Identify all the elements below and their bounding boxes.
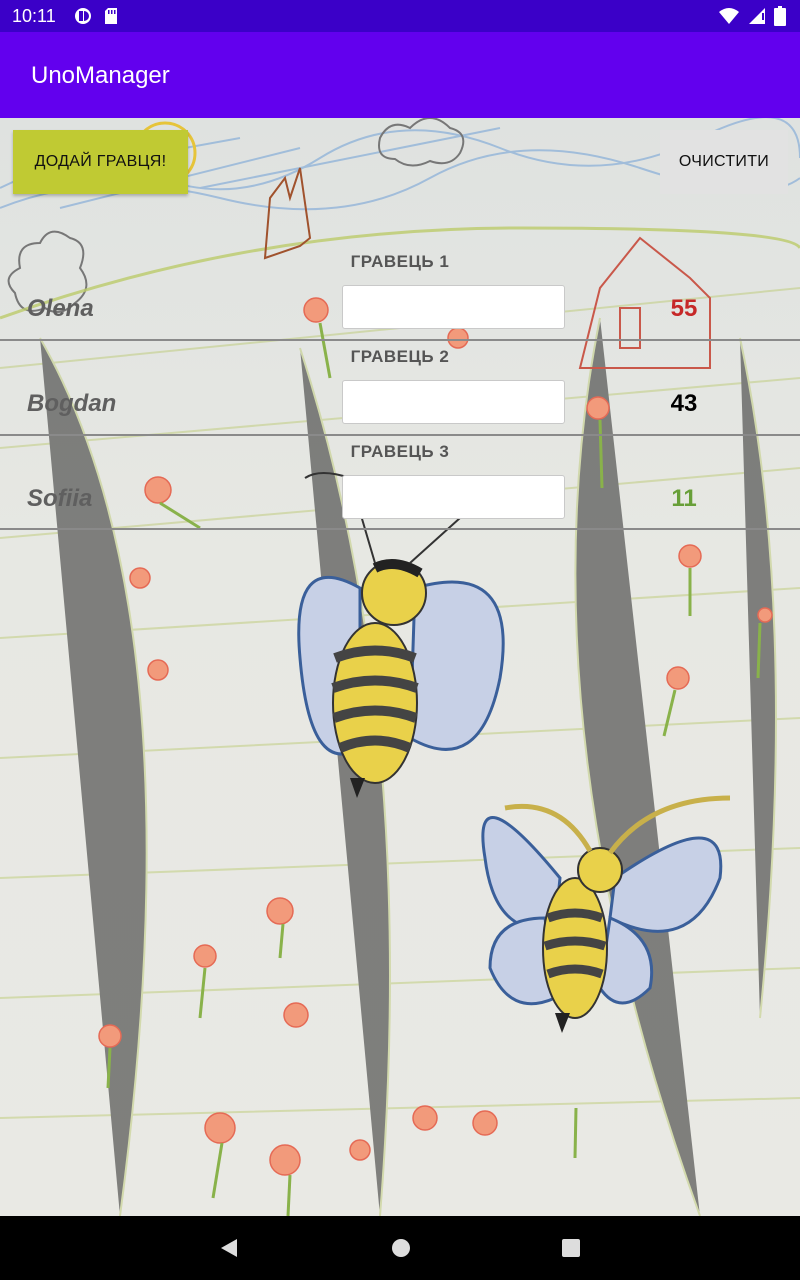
divider xyxy=(0,339,800,341)
wifi-icon xyxy=(718,7,740,30)
player-header: ГРАВЕЦЬ 3 xyxy=(350,442,450,461)
score-input[interactable] xyxy=(342,285,565,329)
player-name: Sofiia xyxy=(27,485,93,512)
cloud-drawing xyxy=(378,118,465,167)
sd-card-icon xyxy=(104,7,118,30)
back-icon[interactable] xyxy=(218,1237,240,1264)
cast-icon xyxy=(74,7,94,30)
player-name: Olena xyxy=(27,295,94,322)
app-title: UnoManager xyxy=(31,62,170,89)
add-player-button[interactable]: ДОДАЙ ГРАВЦЯ! xyxy=(13,130,188,194)
clear-button[interactable]: ОЧИСТИТИ xyxy=(660,130,788,194)
status-bar: 10:11 xyxy=(0,0,800,32)
divider xyxy=(0,434,800,436)
status-time: 10:11 xyxy=(12,6,56,26)
main-content: ДОДАЙ ГРАВЦЯ! ОЧИСТИТИ ГРАВЕЦЬ 1 Olena 5… xyxy=(0,118,800,1216)
divider xyxy=(0,528,800,530)
background-drawing xyxy=(0,118,800,1216)
battery-icon xyxy=(774,6,786,31)
player-header: ГРАВЕЦЬ 1 xyxy=(350,252,450,271)
player-score: 55 xyxy=(670,295,698,322)
signal-icon xyxy=(748,7,766,30)
recents-icon[interactable] xyxy=(561,1238,581,1263)
player-score: 11 xyxy=(671,485,697,512)
score-input[interactable] xyxy=(342,475,565,519)
player-score: 43 xyxy=(670,390,698,417)
home-icon[interactable] xyxy=(391,1238,411,1263)
player-name: Bogdan xyxy=(27,390,117,417)
app-bar: UnoManager xyxy=(0,32,800,118)
score-input[interactable] xyxy=(342,380,565,424)
navigation-bar xyxy=(0,1216,800,1280)
player-header: ГРАВЕЦЬ 2 xyxy=(350,347,450,366)
